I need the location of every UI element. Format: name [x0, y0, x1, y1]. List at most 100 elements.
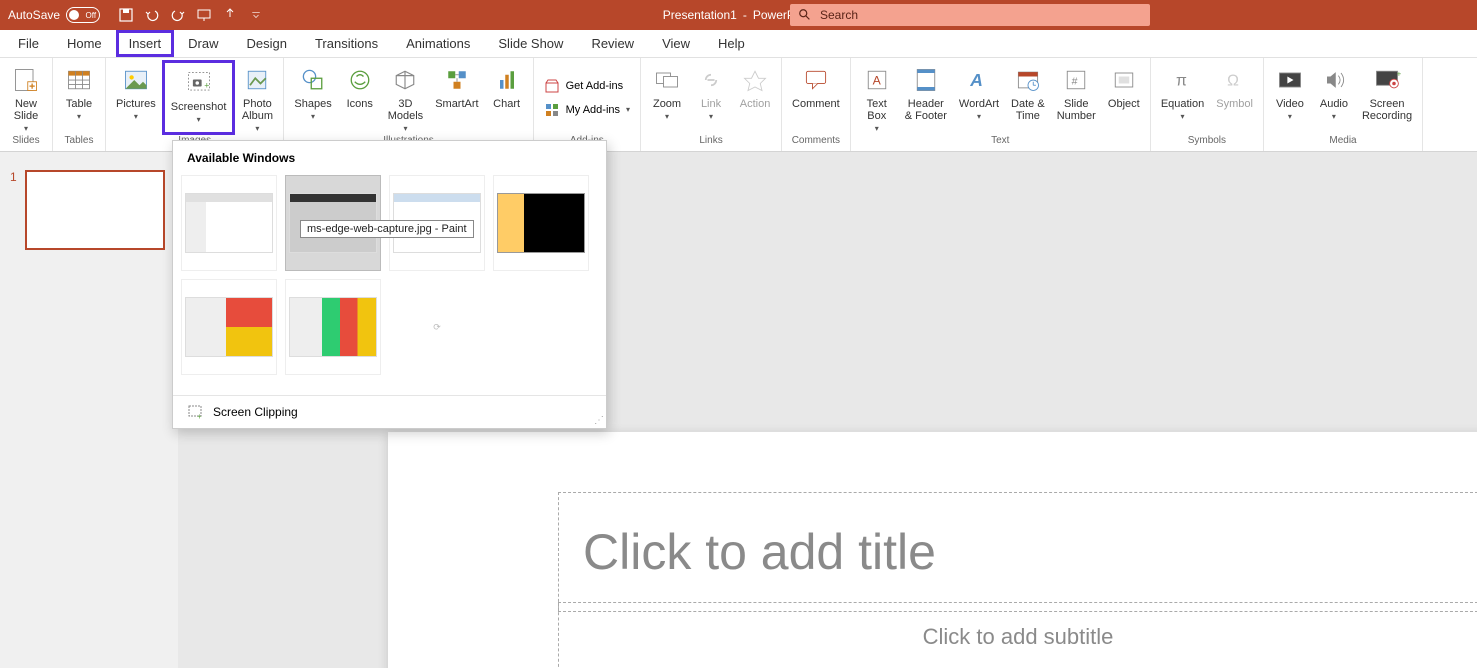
qat-customize-icon[interactable] — [248, 7, 264, 23]
doc-title-text: Presentation1 — [663, 8, 737, 22]
wordart-button[interactable]: A WordArt ▾ — [953, 60, 1005, 135]
screen-clipping-icon: + — [187, 404, 203, 420]
window-tooltip: ms-edge-web-capture.jpg - Paint — [300, 220, 474, 238]
window-thumbnail-1[interactable] — [181, 175, 277, 271]
chart-icon — [491, 64, 523, 96]
3d-models-button[interactable]: 3D Models ▾ — [382, 60, 429, 135]
screen-recording-icon: + — [1371, 64, 1403, 96]
ribbon-tabs: File Home Insert Draw Design Transitions… — [0, 30, 1477, 58]
object-button[interactable]: Object — [1102, 60, 1146, 135]
screenshot-dropdown-panel: Available Windows ms-edge-web-capture.jp… — [172, 140, 607, 429]
svg-text:#: # — [1072, 75, 1078, 87]
undo-icon[interactable] — [144, 7, 160, 23]
chevron-down-icon: ▾ — [709, 112, 713, 121]
autosave-label: AutoSave — [8, 8, 60, 22]
title-text: Click to add title — [583, 523, 936, 581]
get-addins-button[interactable]: Get Add-ins — [538, 76, 636, 96]
icons-icon — [344, 64, 376, 96]
zoom-button[interactable]: Zoom ▾ — [645, 60, 689, 135]
chart-button[interactable]: Chart — [485, 60, 529, 135]
slide-number-icon: # — [1060, 64, 1092, 96]
tab-slideshow[interactable]: Slide Show — [484, 30, 577, 57]
search-box[interactable]: Search — [790, 4, 1150, 26]
date-time-button[interactable]: Date & Time — [1005, 60, 1051, 135]
screen-clipping-label: Screen Clipping — [213, 405, 298, 419]
screen-clipping-item[interactable]: + Screen Clipping — [173, 395, 606, 428]
store-icon — [544, 78, 560, 94]
tab-animations[interactable]: Animations — [392, 30, 484, 57]
tab-draw[interactable]: Draw — [174, 30, 232, 57]
pictures-button[interactable]: Pictures ▾ — [110, 60, 162, 135]
tab-review[interactable]: Review — [577, 30, 648, 57]
group-media: Video ▾ Audio ▾ + Screen Recording Media — [1264, 58, 1423, 151]
equation-icon: π — [1167, 64, 1199, 96]
symbol-button: Ω Symbol — [1210, 60, 1259, 135]
window-thumbnail-2[interactable]: ms-edge-web-capture.jpg - Paint — [285, 175, 381, 271]
text-box-button[interactable]: A Text Box ▾ — [855, 60, 899, 135]
present-icon[interactable] — [196, 7, 212, 23]
redo-icon[interactable] — [170, 7, 186, 23]
zoom-icon — [651, 64, 683, 96]
chevron-down-icon: ▾ — [626, 105, 630, 114]
title-placeholder[interactable]: Click to add title — [558, 492, 1477, 612]
action-button: Action — [733, 60, 777, 135]
chevron-down-icon: ▾ — [77, 112, 81, 121]
new-slide-button[interactable]: New Slide ▾ — [4, 60, 48, 135]
video-button[interactable]: Video ▾ — [1268, 60, 1312, 135]
slide-number-button[interactable]: # Slide Number — [1051, 60, 1102, 135]
comment-button[interactable]: Comment — [786, 60, 846, 135]
text-box-icon: A — [861, 64, 893, 96]
search-icon — [798, 8, 812, 22]
svg-text:Ω: Ω — [1227, 72, 1239, 89]
slide-thumbnail-1[interactable]: 1 — [10, 170, 168, 250]
tab-transitions[interactable]: Transitions — [301, 30, 392, 57]
group-images: Pictures ▾ + Screenshot ▾ Photo Album ▾ … — [106, 58, 284, 151]
group-symbols: π Equation ▾ Ω Symbol Symbols — [1151, 58, 1264, 151]
tab-file[interactable]: File — [4, 30, 53, 57]
object-icon — [1108, 64, 1140, 96]
tab-insert[interactable]: Insert — [116, 30, 175, 57]
photo-album-button[interactable]: Photo Album ▾ — [235, 60, 279, 135]
tab-home[interactable]: Home — [53, 30, 116, 57]
smartart-button[interactable]: SmartArt — [429, 60, 484, 135]
smartart-icon — [441, 64, 473, 96]
header-footer-button[interactable]: Header & Footer — [899, 60, 953, 135]
tab-design[interactable]: Design — [233, 30, 301, 57]
svg-text:+: + — [197, 412, 202, 420]
autosave-toggle[interactable]: Off — [66, 7, 100, 23]
screen-recording-button[interactable]: + Screen Recording — [1356, 60, 1418, 135]
subtitle-placeholder[interactable]: Click to add subtitle — [558, 602, 1477, 668]
window-thumbnail-loading[interactable]: ⟳ — [389, 279, 485, 375]
slide-number: 1 — [10, 170, 17, 184]
svg-text:A: A — [872, 73, 881, 87]
quick-access-toolbar — [108, 7, 274, 23]
shapes-button[interactable]: Shapes ▾ — [288, 60, 337, 135]
pictures-icon — [120, 64, 152, 96]
chevron-down-icon: ▾ — [1181, 112, 1185, 121]
resize-grip-icon[interactable]: ⋰ — [594, 415, 604, 426]
symbol-icon: Ω — [1219, 64, 1251, 96]
icons-button[interactable]: Icons — [338, 60, 382, 135]
svg-text:+: + — [204, 80, 209, 90]
window-thumbnail-5[interactable] — [181, 279, 277, 375]
audio-button[interactable]: Audio ▾ — [1312, 60, 1356, 135]
window-thumbnail-6[interactable] — [285, 279, 381, 375]
tab-view[interactable]: View — [648, 30, 704, 57]
equation-button[interactable]: π Equation ▾ — [1155, 60, 1210, 135]
addins-icon — [544, 102, 560, 118]
screenshot-button[interactable]: + Screenshot ▾ — [162, 60, 236, 135]
chevron-down-icon: ▾ — [1332, 112, 1336, 121]
group-text: A Text Box ▾ Header & Footer A WordArt ▾… — [851, 58, 1151, 151]
ribbon: New Slide ▾ Slides Table ▾ Tables — [0, 58, 1477, 152]
save-icon[interactable] — [118, 7, 134, 23]
tab-help[interactable]: Help — [704, 30, 759, 57]
table-icon — [63, 64, 95, 96]
autosave-group: AutoSave Off — [0, 7, 108, 23]
svg-text:A: A — [969, 70, 983, 90]
chevron-down-icon: ▾ — [977, 112, 981, 121]
touch-mode-icon[interactable] — [222, 7, 238, 23]
table-button[interactable]: Table ▾ — [57, 60, 101, 135]
chevron-down-icon: ▾ — [311, 112, 315, 121]
window-thumbnail-4[interactable] — [493, 175, 589, 271]
my-addins-button[interactable]: My Add-ins ▾ — [538, 100, 636, 120]
